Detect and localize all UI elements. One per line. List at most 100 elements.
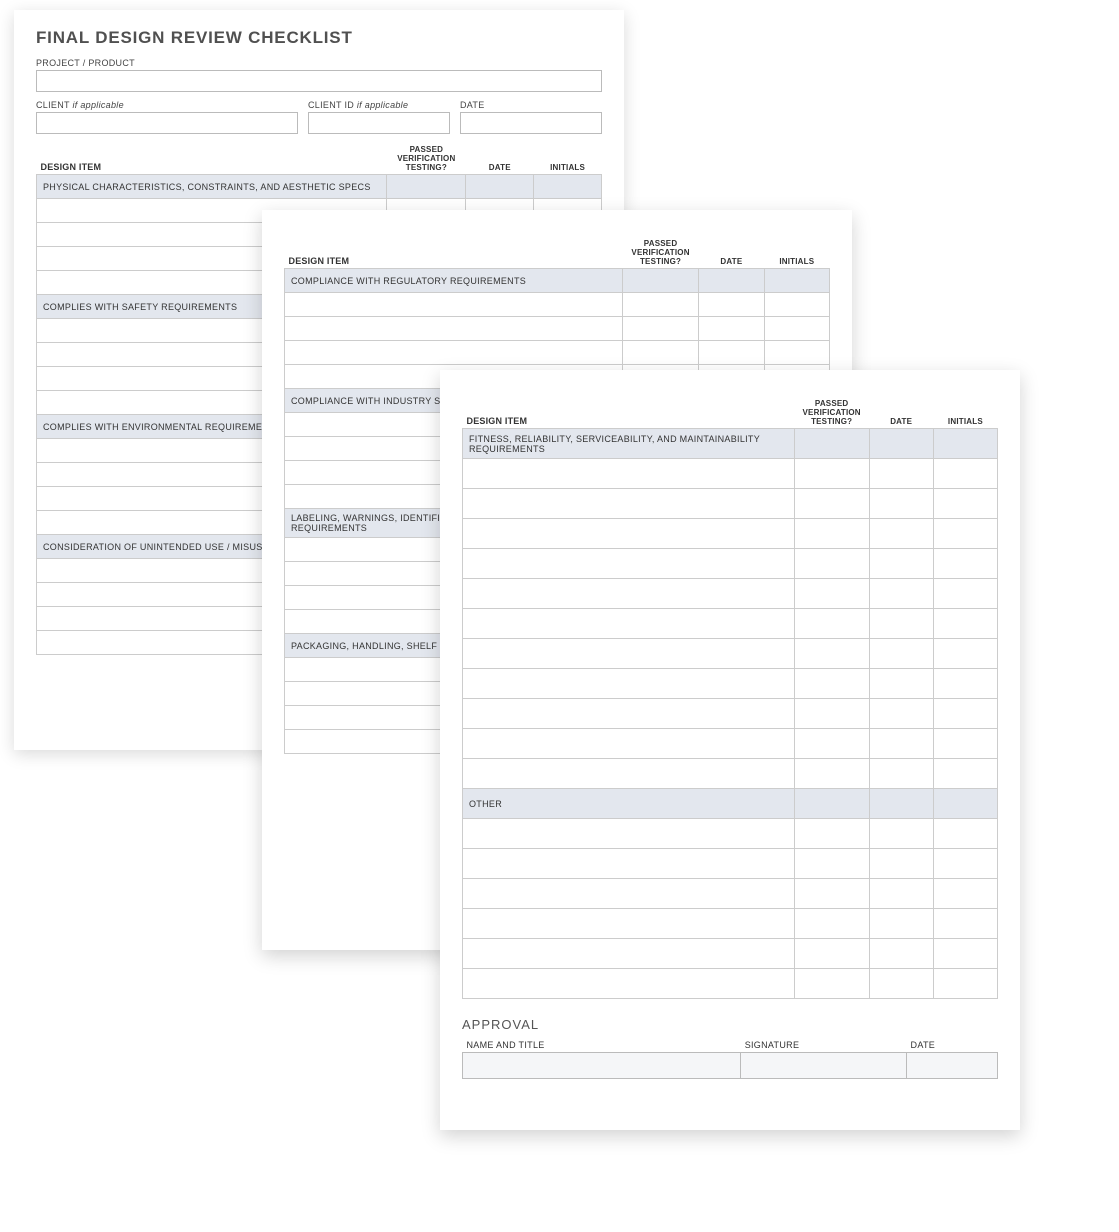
- item-cell[interactable]: [463, 579, 795, 609]
- passed-cell[interactable]: [794, 579, 869, 609]
- initials-cell[interactable]: [933, 909, 997, 939]
- initials-cell[interactable]: [933, 969, 997, 999]
- date-cell[interactable]: [869, 939, 933, 969]
- passed-cell[interactable]: [794, 489, 869, 519]
- item-cell[interactable]: [463, 729, 795, 759]
- passed-cell[interactable]: [622, 341, 698, 365]
- passed-cell[interactable]: [794, 729, 869, 759]
- date-cell[interactable]: [869, 759, 933, 789]
- item-cell[interactable]: [463, 969, 795, 999]
- section-header-cell: [387, 175, 466, 199]
- date-cell[interactable]: [869, 519, 933, 549]
- date-cell[interactable]: [869, 909, 933, 939]
- passed-cell[interactable]: [794, 819, 869, 849]
- checklist-row: [463, 579, 998, 609]
- item-cell[interactable]: [463, 819, 795, 849]
- initials-cell[interactable]: [933, 819, 997, 849]
- item-cell[interactable]: [463, 549, 795, 579]
- passed-cell[interactable]: [794, 879, 869, 909]
- item-cell[interactable]: [463, 849, 795, 879]
- passed-cell[interactable]: [794, 939, 869, 969]
- date-cell[interactable]: [869, 819, 933, 849]
- checklist-row: [463, 819, 998, 849]
- passed-cell[interactable]: [794, 969, 869, 999]
- initials-cell[interactable]: [933, 549, 997, 579]
- item-cell[interactable]: [463, 939, 795, 969]
- date-cell[interactable]: [699, 317, 764, 341]
- date-cell[interactable]: [869, 489, 933, 519]
- initials-cell[interactable]: [933, 699, 997, 729]
- item-cell[interactable]: [463, 759, 795, 789]
- item-cell[interactable]: [463, 519, 795, 549]
- initials-cell[interactable]: [764, 293, 829, 317]
- checklist-table-3: DESIGN ITEM PASSED VERIFICATION TESTING?…: [462, 398, 998, 999]
- section-label-cell: COMPLIANCE WITH REGULATORY REQUIREMENTS: [285, 269, 623, 293]
- initials-cell[interactable]: [933, 519, 997, 549]
- section-header-cell: [622, 269, 698, 293]
- approval-signature-cell[interactable]: [741, 1053, 907, 1079]
- initials-cell[interactable]: [933, 579, 997, 609]
- date-cell[interactable]: [869, 639, 933, 669]
- item-cell[interactable]: [463, 879, 795, 909]
- initials-cell[interactable]: [933, 639, 997, 669]
- date-cell[interactable]: [869, 969, 933, 999]
- passed-cell[interactable]: [794, 519, 869, 549]
- item-cell[interactable]: [463, 459, 795, 489]
- initials-cell[interactable]: [933, 459, 997, 489]
- item-cell[interactable]: [463, 639, 795, 669]
- item-cell[interactable]: [463, 669, 795, 699]
- date-cell[interactable]: [869, 699, 933, 729]
- date-cell[interactable]: [699, 341, 764, 365]
- passed-cell[interactable]: [794, 669, 869, 699]
- initials-cell[interactable]: [933, 729, 997, 759]
- passed-cell[interactable]: [794, 639, 869, 669]
- initials-cell[interactable]: [933, 669, 997, 699]
- section-header-cell: [869, 789, 933, 819]
- passed-cell[interactable]: [794, 759, 869, 789]
- approval-name-title-cell[interactable]: [463, 1053, 741, 1079]
- date-cell[interactable]: [699, 293, 764, 317]
- passed-cell[interactable]: [794, 699, 869, 729]
- item-cell[interactable]: [463, 489, 795, 519]
- initials-cell[interactable]: [933, 849, 997, 879]
- date-cell[interactable]: [869, 579, 933, 609]
- passed-cell[interactable]: [794, 549, 869, 579]
- initials-cell[interactable]: [933, 759, 997, 789]
- initials-cell[interactable]: [933, 939, 997, 969]
- checklist-row: [285, 293, 830, 317]
- passed-cell[interactable]: [794, 909, 869, 939]
- client-label-text: CLIENT: [36, 100, 70, 110]
- section-label-cell: OTHER: [463, 789, 795, 819]
- passed-cell[interactable]: [794, 849, 869, 879]
- item-cell[interactable]: [285, 341, 623, 365]
- date-cell[interactable]: [869, 609, 933, 639]
- date-cell[interactable]: [869, 879, 933, 909]
- item-cell[interactable]: [463, 909, 795, 939]
- initials-cell[interactable]: [933, 609, 997, 639]
- passed-cell[interactable]: [622, 317, 698, 341]
- item-cell[interactable]: [285, 317, 623, 341]
- item-cell[interactable]: [285, 293, 623, 317]
- date-input[interactable]: [460, 112, 602, 134]
- initials-cell[interactable]: [933, 879, 997, 909]
- date-cell[interactable]: [869, 459, 933, 489]
- initials-cell[interactable]: [764, 317, 829, 341]
- client-input[interactable]: [36, 112, 298, 134]
- approval-name-title-label: NAME AND TITLE: [463, 1038, 741, 1053]
- date-cell[interactable]: [869, 549, 933, 579]
- approval-heading: APPROVAL: [462, 1017, 998, 1032]
- passed-cell[interactable]: [794, 609, 869, 639]
- item-cell[interactable]: [463, 609, 795, 639]
- initials-cell[interactable]: [764, 341, 829, 365]
- date-cell[interactable]: [869, 669, 933, 699]
- project-input[interactable]: [36, 70, 602, 92]
- item-cell[interactable]: [463, 699, 795, 729]
- client-id-input[interactable]: [308, 112, 450, 134]
- approval-date-cell[interactable]: [907, 1053, 998, 1079]
- initials-cell[interactable]: [933, 489, 997, 519]
- date-cell[interactable]: [869, 849, 933, 879]
- client-id-label-text: CLIENT ID: [308, 100, 354, 110]
- passed-cell[interactable]: [794, 459, 869, 489]
- date-cell[interactable]: [869, 729, 933, 759]
- passed-cell[interactable]: [622, 293, 698, 317]
